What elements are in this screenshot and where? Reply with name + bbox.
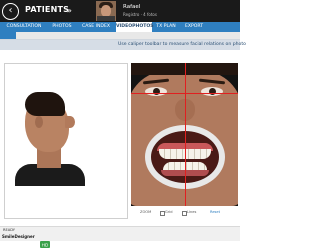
- midline-guide[interactable]: [185, 63, 186, 206]
- profile-photo: [11, 86, 85, 186]
- tab-bar: CONSULTATION PHOTOS CASE INDEX VIDEOPHOT…: [0, 22, 240, 32]
- toolbar-active-segment[interactable]: [0, 32, 16, 39]
- status-caption: READY: [3, 228, 15, 232]
- tab-consultation[interactable]: CONSULTATION: [1, 22, 47, 32]
- svg-text:HD: HD: [42, 242, 49, 247]
- tab-case-index[interactable]: CASE INDEX: [77, 22, 115, 32]
- tab-videophotos[interactable]: VIDEOPHOTOS: [116, 22, 154, 32]
- toolbar: [0, 32, 240, 40]
- brand-logo: HD: [40, 233, 50, 248]
- app-header: ‹ PATIENTS » Rafael Registro · 4 fotos: [0, 0, 240, 22]
- patient-avatar[interactable]: [96, 1, 116, 21]
- zoom-control[interactable]: ZOOM: [140, 210, 151, 214]
- back-arrow-icon[interactable]: ‹: [2, 3, 19, 20]
- brand-name: SmileDesigner: [2, 234, 35, 239]
- reset-button[interactable]: Reset: [210, 210, 220, 214]
- patient-subtitle: Registro · 4 fotos: [123, 12, 157, 17]
- app-title: PATIENTS: [25, 5, 70, 14]
- info-strip: Use caliper toolbar to measure facial re…: [0, 40, 246, 50]
- tab-export[interactable]: EXPORT: [180, 22, 208, 32]
- grid-label: Grid: [165, 210, 173, 214]
- lines-label: Lines: [187, 210, 197, 214]
- frontal-smile-photo-panel[interactable]: [131, 63, 238, 206]
- profile-photo-panel[interactable]: [4, 63, 128, 219]
- status-bar: READY SmileDesigner HD: [0, 226, 240, 248]
- tab-photos[interactable]: PHOTOS: [47, 22, 77, 32]
- tab-tx-plan[interactable]: TX PLAN: [152, 22, 180, 32]
- horizontal-guide[interactable]: [131, 93, 238, 94]
- patient-name: Rafael: [123, 4, 141, 10]
- chevron-right-icon: »: [67, 6, 72, 15]
- info-text: Use caliper toolbar to measure facial re…: [118, 42, 246, 47]
